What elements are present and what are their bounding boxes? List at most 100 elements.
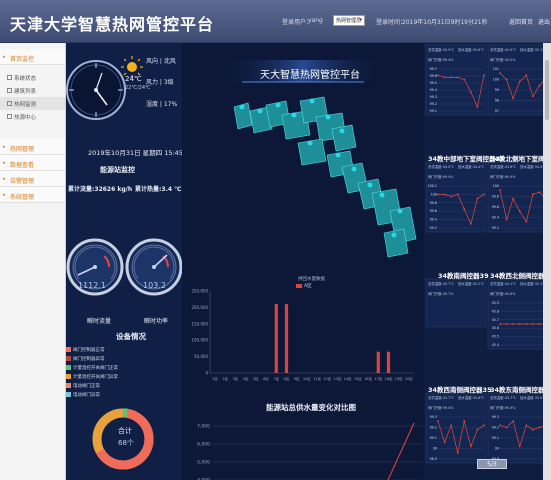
left-graphics bbox=[66, 56, 182, 470]
bar bbox=[376, 351, 380, 373]
data-point bbox=[443, 76, 446, 79]
data-point bbox=[531, 428, 534, 431]
y-tick-label: 98.9 bbox=[430, 457, 437, 461]
item-icon bbox=[7, 88, 12, 93]
legend-item[interactable]: 计量温控开关阀门正常 bbox=[66, 365, 118, 372]
panel-title: 34教西南侧阀控器35 bbox=[428, 386, 492, 394]
sidebar-group-data[interactable]: ▸ 数据查看 bbox=[0, 155, 65, 171]
panel-header: 总供温度:43.7℃ bbox=[490, 395, 516, 400]
x-tick-label: 17区 bbox=[374, 377, 383, 381]
panel-header: 总供温度:44.1℃ bbox=[490, 281, 516, 286]
legend-item[interactable]: 阀门控制器正常 bbox=[66, 347, 105, 354]
item-icon bbox=[7, 101, 12, 106]
water-bar-chart: 0 50,000 100,000 150,000 200,000 250,000 1区 2区 3… bbox=[191, 289, 414, 381]
bar-chart-legend[interactable]: A区 bbox=[296, 283, 312, 289]
series-line bbox=[387, 422, 415, 480]
sidebar-group-system[interactable]: ▸ 系统管理 bbox=[0, 187, 65, 203]
data-point bbox=[505, 218, 508, 221]
data-point bbox=[512, 97, 515, 100]
x-tick-label: 11区 bbox=[313, 377, 322, 381]
y-tick-label: 50,000 bbox=[194, 354, 208, 359]
data-point bbox=[531, 95, 534, 98]
legend-item[interactable]: 阀门控制器异常 bbox=[66, 356, 105, 363]
home-link[interactable]: 返回首页 bbox=[509, 17, 533, 26]
role-select[interactable]: 热网管理员 ▾ bbox=[333, 15, 365, 26]
x-tick-label: 8区 bbox=[284, 377, 290, 381]
y-tick-label: 98 bbox=[495, 99, 499, 103]
sidebar-group-alarm[interactable]: ▸ 告警管理 bbox=[0, 171, 65, 187]
x-tick-label: 18区 bbox=[384, 377, 393, 381]
weather-temp: 24℃ bbox=[125, 75, 142, 83]
flow-gauge-value: 1112.1 bbox=[78, 281, 106, 290]
panel-header: 回水温度:35.2℃ bbox=[458, 281, 484, 286]
data-point bbox=[518, 445, 521, 448]
y-tick-label: 99.2 bbox=[430, 426, 437, 430]
donut-total-value: 68个 bbox=[118, 439, 134, 447]
data-point bbox=[450, 195, 453, 198]
sidebar-item-building-list[interactable]: 建筑列表 bbox=[0, 84, 65, 97]
y-tick-label: 101 bbox=[493, 67, 499, 71]
data-point bbox=[476, 105, 479, 108]
sidebar-item-heat-center[interactable]: 热源中心 bbox=[0, 110, 65, 123]
data-point bbox=[469, 222, 472, 225]
y-tick-label: 150,000 bbox=[191, 321, 208, 326]
y-tick-label: 97 bbox=[495, 109, 499, 113]
cumulative-flow: 累计流量:32626 kg/h bbox=[68, 186, 133, 193]
sidebar-item-system-status[interactable]: 系统状态 bbox=[0, 71, 65, 84]
data-point bbox=[518, 210, 521, 213]
y-tick-label: 250,000 bbox=[191, 289, 208, 294]
data-point bbox=[437, 74, 439, 77]
bar bbox=[274, 304, 278, 373]
panel-header: 阀门开度:34.5% bbox=[490, 57, 516, 62]
y-tick-label: 99.3 bbox=[430, 415, 437, 419]
data-point bbox=[499, 189, 501, 192]
data-point bbox=[483, 193, 485, 196]
logout-link[interactable]: 退出 bbox=[538, 17, 550, 26]
water-line-chart: 7,0006,0005,0004,000 bbox=[197, 422, 422, 480]
x-tick-label: 13区 bbox=[333, 377, 342, 381]
current-datetime: 2019年10月31日 星期四 15:45 bbox=[88, 149, 183, 157]
clock-icon bbox=[66, 60, 126, 120]
center-graphics: 0 50,000 100,000 150,000 200,000 250,000 1区 2区 3… bbox=[191, 60, 422, 480]
x-tick-label: 5区 bbox=[253, 377, 259, 381]
legend-item[interactable]: 计量温控开关阀门异常 bbox=[66, 374, 118, 381]
data-point bbox=[505, 323, 508, 325]
sidebar-item-network-monitor[interactable]: 热网监测 bbox=[0, 97, 65, 110]
chevron-right-icon: ▸ bbox=[3, 144, 6, 150]
sidebar-group-network[interactable]: ▸ 热网管理 bbox=[0, 139, 65, 155]
line-chart-title: 能源站总供水量变化对比图 bbox=[266, 403, 356, 412]
y-tick-label: 100 bbox=[493, 78, 499, 82]
data-point bbox=[499, 72, 501, 75]
center-title: 天大智慧热网管控平台 bbox=[260, 70, 360, 81]
data-point bbox=[499, 323, 501, 325]
data-point bbox=[463, 208, 466, 211]
mini-panel bbox=[425, 278, 487, 328]
y-tick-label: 99.3 bbox=[492, 415, 499, 419]
data-point bbox=[538, 84, 541, 87]
y-tick-label: 99.1 bbox=[430, 436, 437, 440]
data-point bbox=[538, 426, 541, 429]
y-tick-label: 7,000 bbox=[197, 424, 210, 430]
data-point bbox=[443, 193, 446, 196]
data-point bbox=[518, 80, 521, 83]
sidebar-group-home[interactable]: ▸ 首页监控 bbox=[0, 49, 65, 65]
data-point bbox=[450, 76, 453, 79]
y-tick-label: 0 bbox=[205, 371, 208, 376]
page-indicator[interactable]: 5/3 bbox=[477, 459, 507, 469]
panel-header: 阀门开度:99.4% bbox=[428, 174, 454, 179]
panel-header: 阀门开度:99.3% bbox=[490, 405, 516, 410]
panel-header: 阀门开度:99.4% bbox=[428, 57, 454, 62]
legend-item[interactable]: 电动阀门异常 bbox=[66, 392, 100, 399]
chevron-right-icon: ▸ bbox=[3, 54, 6, 60]
data-point bbox=[538, 323, 541, 325]
data-point bbox=[505, 78, 508, 81]
scrollbar-thumb[interactable] bbox=[545, 60, 549, 120]
data-point bbox=[469, 445, 472, 448]
data-point bbox=[525, 220, 528, 223]
legend-item[interactable]: 电动阀门正常 bbox=[66, 383, 100, 390]
wind-level: 风力 | 3级 bbox=[146, 79, 174, 86]
right-graphics: 总供温度:43.9℃ 回水温度:35.6℃ 阀门开度:99.4% 99.7 99.6 99… bbox=[425, 44, 549, 464]
chevron-right-icon: ▸ bbox=[3, 192, 6, 198]
panel-header: 阀门开度:99.4% bbox=[428, 405, 454, 410]
y-tick-label: 100 bbox=[431, 192, 437, 196]
